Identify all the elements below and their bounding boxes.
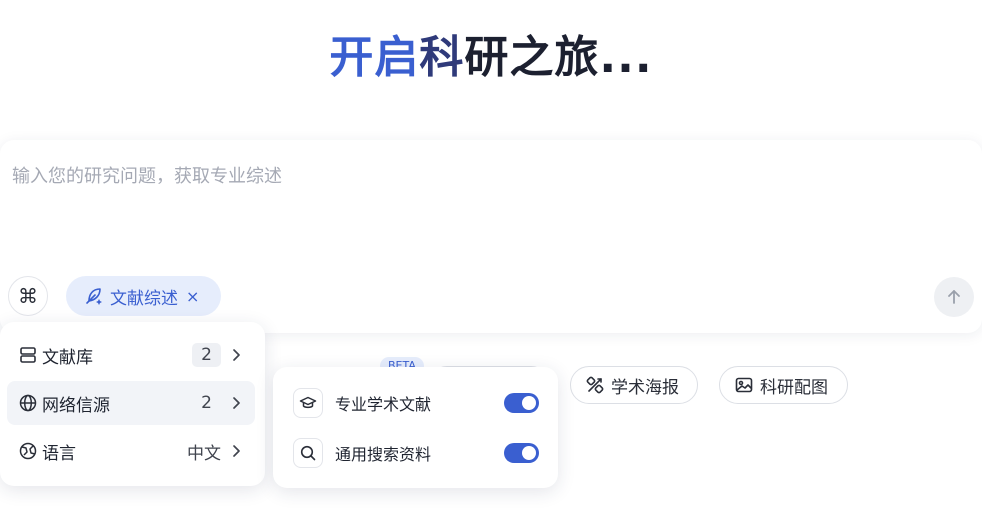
question-composer: 输入您的研究问题，获取专业综述 ⌘ 文献综述 × bbox=[0, 140, 982, 333]
web-source-general: 通用搜索资料 bbox=[293, 435, 543, 471]
title-part-1: 开启 bbox=[329, 32, 420, 83]
web-source-submenu: 专业学术文献 通用搜索资料 bbox=[273, 367, 558, 488]
source-menu: 文献库 2 网络信源 2 语言 中文 bbox=[0, 322, 265, 486]
globe-icon bbox=[19, 394, 37, 412]
source-item-web[interactable]: 网络信源 2 bbox=[7, 381, 255, 425]
source-item-label: 文献库 bbox=[42, 347, 93, 368]
arrow-up-icon bbox=[948, 290, 960, 304]
web-source-academic: 专业学术文献 bbox=[293, 385, 543, 421]
source-item-language[interactable]: 语言 中文 bbox=[7, 429, 255, 473]
mode-chip-label: 文献综述 bbox=[110, 288, 178, 309]
title-part-2: 科 bbox=[419, 32, 465, 83]
command-button[interactable]: ⌘ bbox=[8, 276, 48, 316]
academic-poster-label: 学术海报 bbox=[611, 377, 679, 398]
chevron-right-icon bbox=[233, 445, 240, 457]
title-part-3: 研之旅... bbox=[464, 32, 653, 83]
source-item-library[interactable]: 文献库 2 bbox=[7, 333, 255, 377]
academic-poster-button[interactable]: 学术海报 bbox=[570, 366, 698, 404]
toggle-knob bbox=[522, 446, 536, 460]
tools-icon bbox=[586, 376, 604, 394]
toggle-knob bbox=[522, 396, 536, 410]
library-icon bbox=[20, 347, 36, 363]
language-icon bbox=[19, 442, 37, 460]
source-item-count: 2 bbox=[192, 343, 221, 367]
question-input[interactable]: 输入您的研究问题，获取专业综述 bbox=[12, 162, 282, 188]
graduation-cap-icon bbox=[299, 396, 317, 409]
research-figure-label: 科研配图 bbox=[760, 377, 828, 398]
search-icon-box bbox=[293, 438, 323, 468]
web-source-label: 通用搜索资料 bbox=[335, 445, 432, 464]
send-button[interactable] bbox=[934, 277, 974, 317]
chip-close-icon[interactable]: × bbox=[186, 287, 199, 306]
research-figure-button[interactable]: 科研配图 bbox=[719, 366, 848, 404]
academic-literature-toggle[interactable] bbox=[504, 393, 539, 413]
web-source-label: 专业学术文献 bbox=[335, 395, 432, 414]
language-value: 中文 bbox=[187, 443, 221, 464]
image-icon bbox=[735, 377, 753, 393]
page-title: 开启科研之旅... bbox=[0, 30, 982, 86]
command-icon: ⌘ bbox=[18, 284, 38, 308]
source-item-label: 网络信源 bbox=[42, 395, 110, 416]
general-search-toggle[interactable] bbox=[504, 443, 539, 463]
mode-chip-literature-review[interactable]: 文献综述 × bbox=[66, 276, 221, 316]
search-icon bbox=[300, 445, 316, 461]
graduation-cap-icon-box bbox=[293, 388, 323, 418]
source-item-count: 2 bbox=[201, 393, 212, 413]
chevron-right-icon bbox=[233, 349, 240, 361]
feather-pen-icon bbox=[86, 288, 102, 305]
source-item-label: 语言 bbox=[42, 443, 76, 464]
chevron-right-icon bbox=[233, 397, 240, 409]
